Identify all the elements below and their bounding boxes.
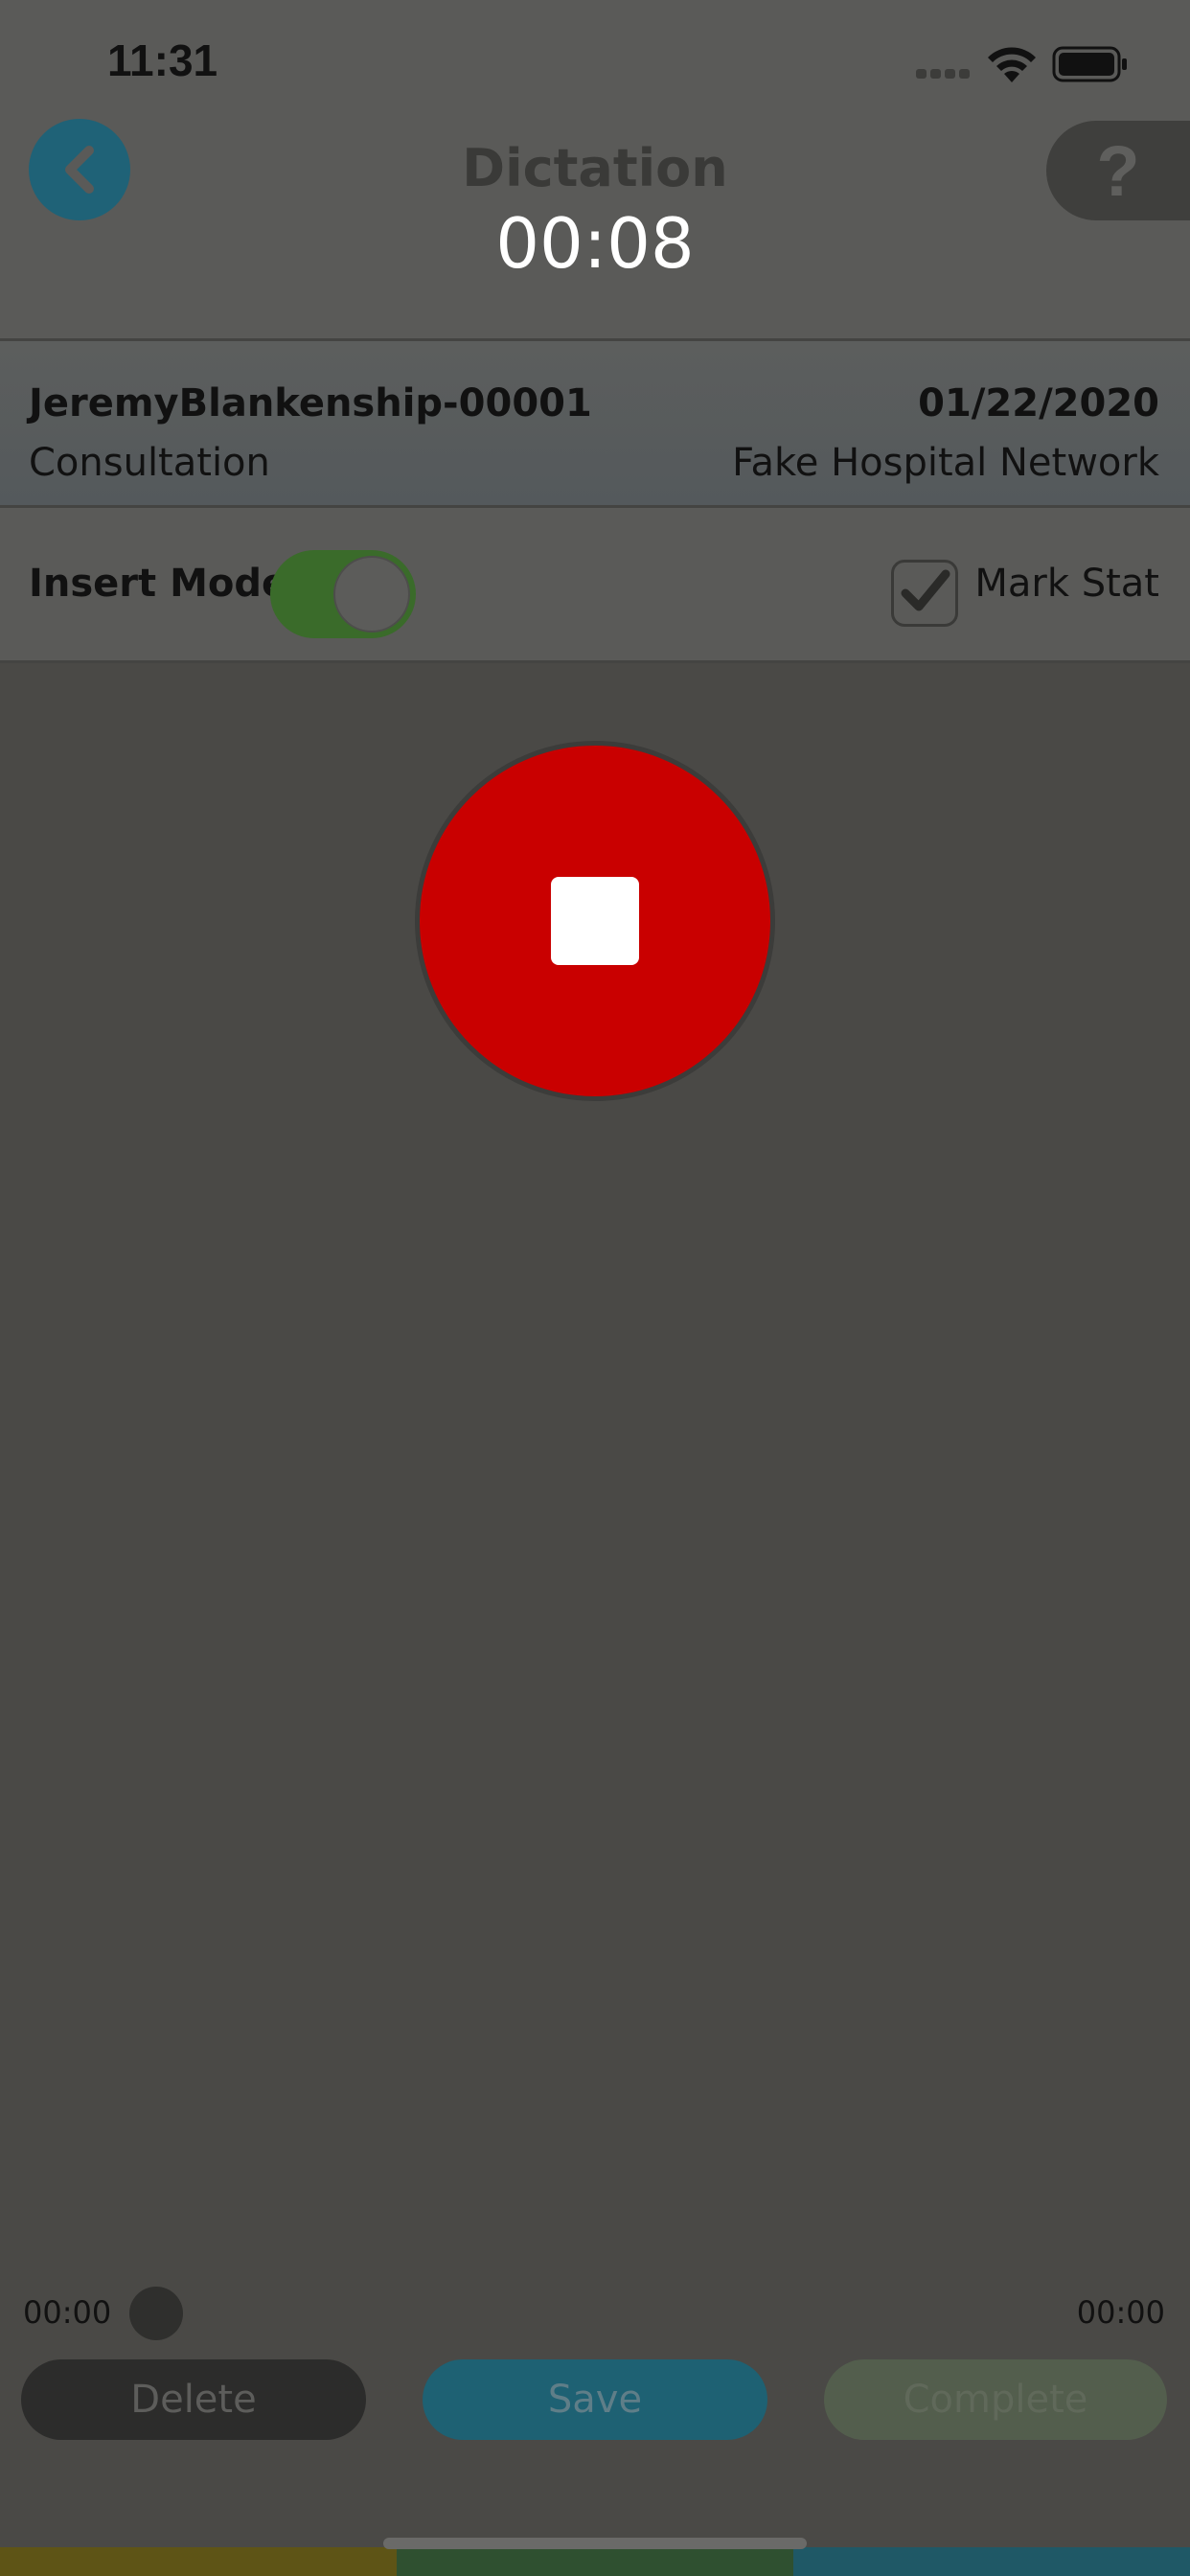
mark-stat-label: Mark Stat [974, 562, 1159, 606]
playback-track[interactable] [155, 2312, 1065, 2315]
insert-mode-label: Insert Mode [29, 562, 288, 606]
options-row: Insert Mode Mark Stat [0, 508, 1190, 663]
recording-timer: 00:08 [495, 203, 695, 284]
help-button[interactable]: ? [1046, 121, 1190, 220]
playback-current-time: 00:00 [23, 2294, 112, 2331]
signal-dots-icon [916, 69, 970, 80]
status-bar: 11:31 [0, 0, 1190, 115]
mark-stat-checkbox[interactable] [891, 560, 958, 627]
page-title: Dictation [462, 138, 728, 198]
delete-button[interactable]: Delete [21, 2359, 366, 2440]
header: Dictation 00:08 ? [0, 115, 1190, 341]
insert-mode-toggle[interactable] [270, 550, 416, 638]
home-indicator[interactable] [383, 2538, 807, 2549]
patient-id: JeremyBlankenship-00001 [29, 381, 592, 426]
playback-scrubber[interactable] [129, 2287, 183, 2340]
bar-green [397, 2547, 793, 2576]
stop-recording-button[interactable] [415, 741, 775, 1101]
stop-icon [551, 877, 639, 965]
checkmark-icon [901, 569, 950, 611]
toggle-knob [333, 556, 410, 632]
visit-date: 01/22/2020 [918, 381, 1159, 426]
battery-icon [1052, 46, 1127, 82]
bottom-color-bars [0, 2547, 1190, 2576]
visit-type: Consultation [29, 441, 270, 485]
save-button[interactable]: Save [423, 2359, 767, 2440]
wifi-icon [988, 47, 1036, 82]
playback-total-time: 00:00 [1076, 2294, 1165, 2331]
bar-yellow [0, 2547, 397, 2576]
hospital-name: Fake Hospital Network [732, 441, 1159, 485]
status-time: 11:31 [107, 35, 218, 85]
dictation-info-panel: JeremyBlankenship-00001 01/22/2020 Consu… [0, 341, 1190, 508]
complete-button[interactable]: Complete [824, 2359, 1167, 2440]
bar-teal [793, 2547, 1190, 2576]
